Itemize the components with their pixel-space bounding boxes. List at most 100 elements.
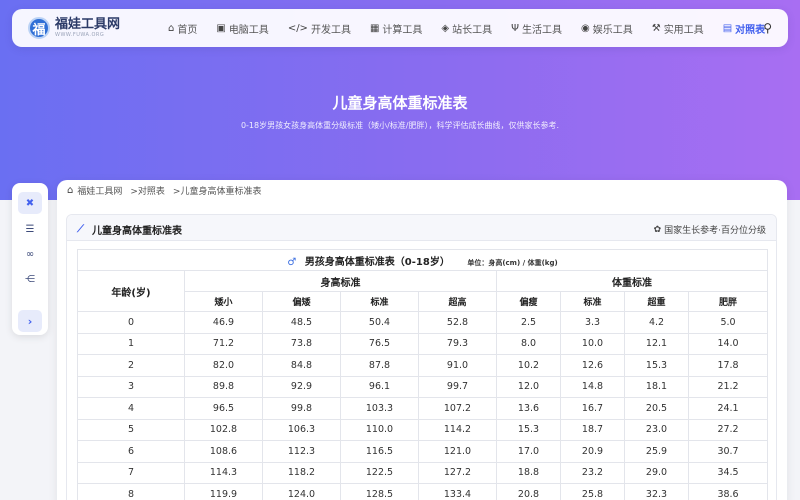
nav-item-5[interactable]: Ψ 生活工具 [511, 21, 562, 36]
table-cell: 16.7 [560, 397, 625, 420]
table-cell: 1 [77, 332, 185, 355]
side-toolbar: ✖ ☰ ∞ ⋲ › [12, 183, 48, 335]
table-cell: 4.2 [624, 311, 689, 334]
table-cell: 17.0 [496, 440, 561, 463]
table-cell: 99.8 [262, 397, 341, 420]
table-row: 7 114.3 118.2 122.5 127.2 18.8 23.2 29.0 34.5 [77, 461, 769, 484]
table-row: 4 96.5 99.8 103.3 107.2 13.6 16.7 20.5 24.1 [77, 397, 769, 420]
table-cell: 18.1 [624, 375, 689, 398]
caption-text: 男孩身高体重标准表（0-18岁） [304, 256, 450, 268]
nav-item-label: 站长工具 [452, 24, 493, 36]
nav-item-label: 实用工具 [663, 24, 704, 36]
nav-item-label: 娱乐工具 [592, 24, 633, 36]
table-cell: 15.3 [624, 354, 689, 377]
height-group-header: 身高标准 [184, 270, 497, 292]
table-cell: 106.3 [262, 418, 341, 441]
logo-badge: 福 [28, 17, 50, 39]
table-cell: 107.2 [418, 397, 497, 420]
table-cell: 89.8 [184, 375, 263, 398]
nav-item-6[interactable]: ◉ 娱乐工具 [581, 21, 633, 36]
breadcrumb-home[interactable]: 福娃工具网 [77, 184, 122, 197]
table-cell: 114.3 [184, 461, 263, 484]
link-icon[interactable]: ∞ [18, 243, 42, 265]
nav-item-4[interactable]: ◈ 站长工具 [441, 21, 492, 36]
height-col-header: 超高 [418, 291, 497, 312]
table-cell: 29.0 [624, 461, 689, 484]
table-cell: 112.3 [262, 440, 341, 463]
table-cell: 116.5 [340, 440, 419, 463]
table-cell: 121.0 [418, 440, 497, 463]
table-cell: 30.7 [687, 440, 769, 463]
table-cell: 114.2 [418, 418, 497, 441]
site-domain: WWW.FUWA.ORG [55, 31, 105, 38]
panel-title: 儿童身高体重标准表 [92, 226, 182, 237]
table-cell: 76.5 [340, 332, 419, 355]
table-cell: 21.2 [687, 375, 769, 398]
nav-item-label: 生活工具 [521, 24, 562, 36]
gamepad-icon: ◉ [580, 22, 590, 34]
height-col-header: 标准 [340, 291, 419, 312]
table-cell: 110.0 [340, 418, 419, 441]
page-subtitle: 0-18岁男孩女孩身高体重分级标准（矮小/标准/肥胖），科学评估成长曲线，仅供家… [240, 121, 560, 130]
table-cell: 46.9 [184, 311, 263, 334]
table-cell: 8.0 [496, 332, 561, 355]
table-row: 0 46.9 48.5 50.4 52.8 2.5 3.3 4.2 5.0 [77, 311, 769, 334]
table-cell: 52.8 [418, 311, 497, 334]
table-cell: 0 [77, 311, 185, 334]
breadcrumb-current: >儿童身高体重标准表 [172, 187, 262, 197]
table-cell: 3.3 [560, 311, 625, 334]
utensils-icon: Ψ [511, 22, 519, 34]
nav-item-8[interactable]: ▤ 对照表 [723, 21, 765, 36]
table-cell: 119.9 [184, 483, 263, 500]
table-row: 3 89.8 92.9 96.1 99.7 12.0 14.8 18.1 21.2 [77, 375, 769, 398]
table-cell: 25.8 [560, 483, 625, 500]
table-cell: 12.0 [496, 375, 561, 398]
breadcrumb-category[interactable]: >对照表 [130, 184, 165, 197]
search-icon[interactable]: ⚲ [763, 21, 772, 35]
table-cell: 92.9 [262, 375, 341, 398]
nav-item-1[interactable]: ▣ 电脑工具 [216, 21, 268, 36]
table-cell: 14.8 [560, 375, 625, 398]
table-cell: 5.0 [687, 311, 769, 334]
expand-chevron-icon[interactable]: › [18, 310, 42, 332]
unit-text: 单位：身高(cm) / 体重(kg) [467, 258, 558, 267]
table-cell: 50.4 [340, 311, 419, 334]
table-cell: 87.8 [340, 354, 419, 377]
nav-item-7[interactable]: ⚒ 实用工具 [652, 21, 704, 36]
table-cell: 10.2 [496, 354, 561, 377]
share-icon[interactable]: ⋲ [18, 268, 42, 290]
nav-item-label: 对照表 [735, 24, 766, 36]
table-cell: 91.0 [418, 354, 497, 377]
table-cell: 128.5 [340, 483, 419, 500]
table-cell: 73.8 [262, 332, 341, 355]
wrench-icon: ⚒ [651, 22, 661, 34]
table-cell: 27.2 [687, 418, 769, 441]
nav-item-label: 开发工具 [310, 24, 351, 36]
table-cell: 71.2 [184, 332, 263, 355]
list-icon[interactable]: ☰ [18, 218, 42, 240]
nav-item-3[interactable]: ▦ 计算工具 [370, 21, 422, 36]
table-cell: 96.1 [340, 375, 419, 398]
table-row: 2 82.0 84.8 87.8 91.0 10.2 12.6 15.3 17.8 [77, 354, 769, 377]
table-row: 8 119.9 124.0 128.5 133.4 20.8 25.8 32.3 38.6 [77, 483, 769, 500]
male-icon: ♂ [287, 256, 297, 268]
table-cell: 23.0 [624, 418, 689, 441]
table-cell: 103.3 [340, 397, 419, 420]
height-col-header: 偏矮 [262, 291, 341, 312]
table-cell: 8 [77, 483, 185, 500]
panel-note: 国家生长参考·百分位分级 [664, 226, 766, 236]
table-cell: 118.2 [262, 461, 341, 484]
table-cell: 25.9 [624, 440, 689, 463]
site-logo[interactable]: 福 福娃工具网 WWW.FUWA.ORG [28, 17, 148, 39]
table-cell: 5 [77, 418, 185, 441]
briefcase-icon: ◈ [441, 22, 450, 34]
nav-item-2[interactable]: </> 开发工具 [288, 21, 351, 36]
weight-col-header: 偏瘦 [496, 291, 561, 312]
weight-col-header: 超重 [624, 291, 689, 312]
content-card: ⌂ 福娃工具网 >对照表 >儿童身高体重标准表 ⟋ 儿童身高体重标准表 ✿ 国家… [57, 180, 787, 500]
tools-icon[interactable]: ✖ [18, 192, 42, 214]
breadcrumb: ⌂ 福娃工具网 >对照表 >儿童身高体重标准表 [67, 184, 261, 197]
nav-item-label: 电脑工具 [228, 24, 269, 36]
page-title: 儿童身高体重标准表 [332, 94, 468, 112]
nav-item-0[interactable]: ⌂ 首页 [168, 21, 197, 36]
